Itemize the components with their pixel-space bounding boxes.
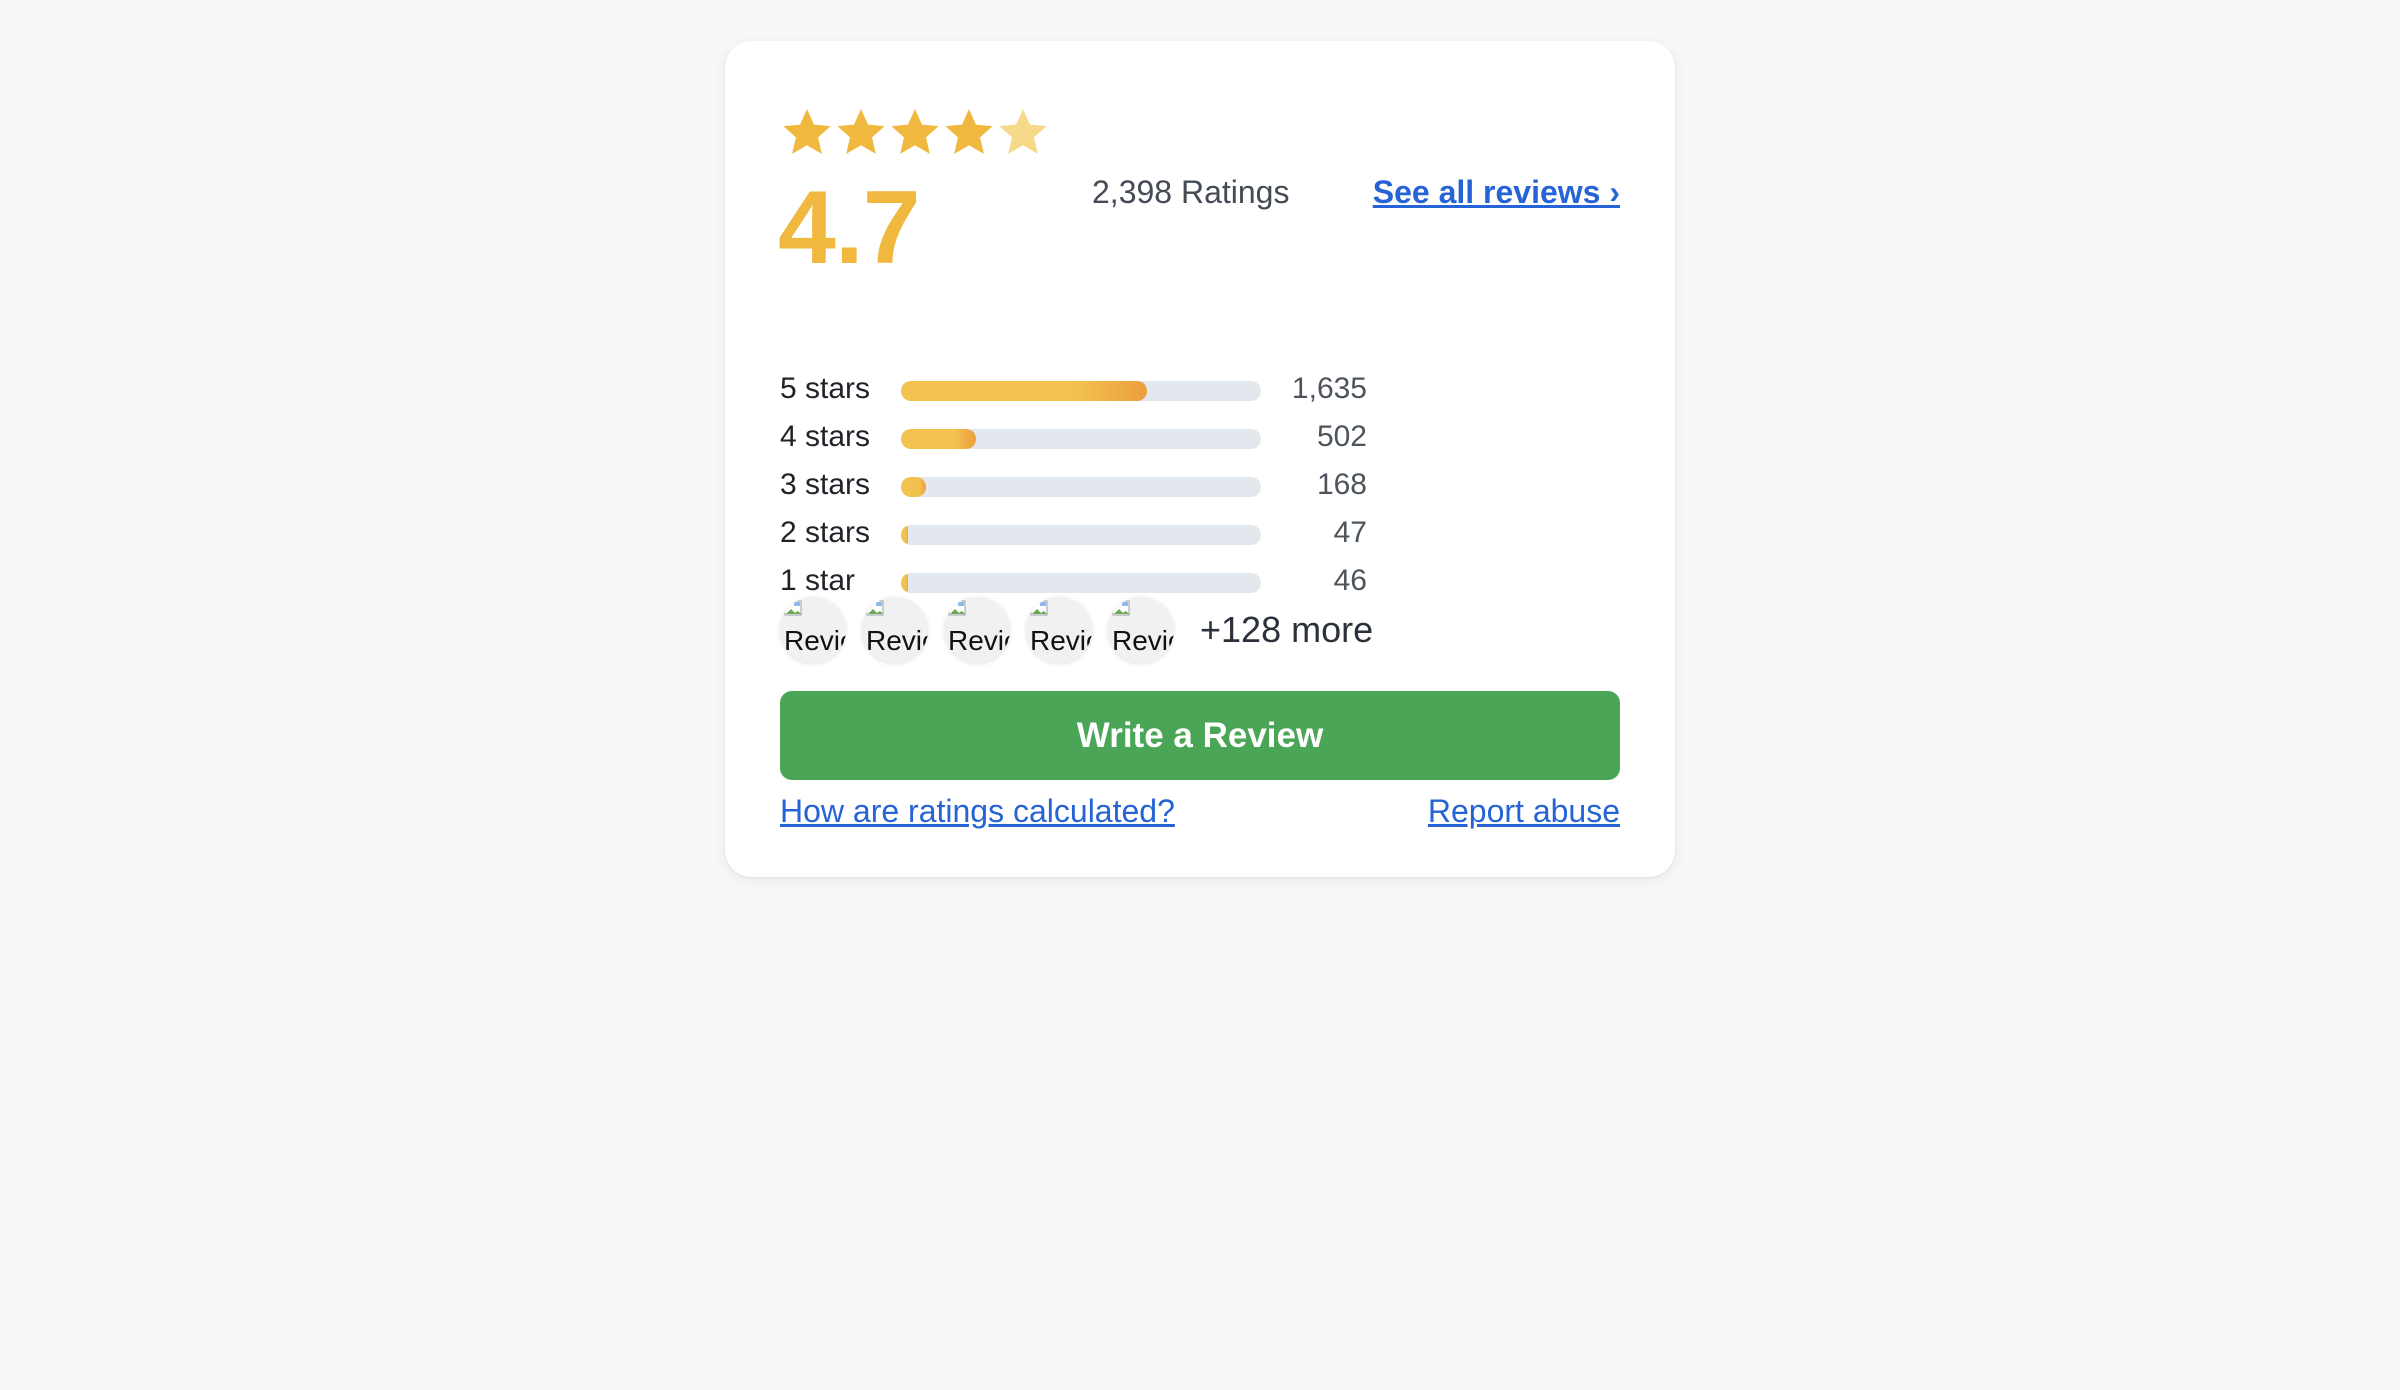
broken-image-icon bbox=[1030, 600, 1048, 616]
star-icon-faded bbox=[999, 109, 1047, 154]
see-all-reviews-link[interactable]: See all reviews › bbox=[1365, 176, 1620, 208]
image-alt-text: Review photo bbox=[866, 625, 928, 656]
image-alt-text: Review photo bbox=[784, 625, 846, 656]
distribution-label: 5 stars bbox=[780, 372, 871, 405]
ratings-count: 2,398 Ratings bbox=[1092, 174, 1290, 210]
distribution-bar bbox=[901, 477, 1261, 497]
distribution-bar bbox=[901, 525, 1261, 545]
distribution-row[interactable]: 2 stars 47 bbox=[780, 512, 1380, 560]
distribution-bar-fill bbox=[901, 429, 977, 449]
star-icon bbox=[783, 109, 831, 154]
star-rating bbox=[780, 105, 1050, 159]
average-rating: 4.7 bbox=[778, 170, 921, 286]
ratings-card: 4.7 2,398 Ratings See all reviews › 5 st… bbox=[725, 41, 1675, 877]
broken-image-icon bbox=[866, 600, 884, 616]
distribution-label: 4 stars bbox=[780, 420, 871, 453]
distribution-count: 1,635 bbox=[1291, 372, 1367, 405]
image-alt-text: Review photo bbox=[1030, 625, 1092, 656]
broken-image-icon bbox=[784, 600, 802, 616]
distribution-bar bbox=[901, 429, 1261, 449]
distribution-count: 168 bbox=[1316, 468, 1367, 501]
distribution-count: 47 bbox=[1333, 516, 1367, 549]
image-alt-text: Review photo bbox=[1112, 625, 1174, 656]
review-photo-thumbnail[interactable]: Review photo bbox=[944, 597, 1010, 663]
review-photo-thumbnail[interactable]: Review photo bbox=[862, 597, 928, 663]
distribution-bar-fill bbox=[901, 573, 908, 593]
distribution-bar bbox=[901, 381, 1261, 401]
write-review-button[interactable]: Write a Review bbox=[780, 691, 1620, 780]
distribution-bar-fill bbox=[901, 477, 927, 497]
distribution-row[interactable]: 3 stars 168 bbox=[780, 464, 1380, 512]
distribution-bar bbox=[901, 573, 1261, 593]
distribution-row[interactable]: 5 stars 1,635 bbox=[780, 368, 1380, 416]
distribution-row[interactable]: 4 stars 502 bbox=[780, 416, 1380, 464]
image-alt-text: Review photo bbox=[948, 625, 1010, 656]
report-abuse-link[interactable]: Report abuse bbox=[1345, 795, 1620, 827]
distribution-label: 3 stars bbox=[780, 468, 871, 501]
distribution-label: 1 star bbox=[780, 564, 856, 597]
review-photo-thumbnail[interactable]: Review photo bbox=[1108, 597, 1174, 663]
review-photo-thumbnail[interactable]: Review photo bbox=[1026, 597, 1092, 663]
star-icon bbox=[891, 109, 939, 154]
broken-image-icon bbox=[948, 600, 966, 616]
broken-image-icon bbox=[1112, 600, 1130, 616]
review-photos: Review photo Review photo Review photo R… bbox=[780, 597, 1373, 663]
distribution-count: 502 bbox=[1316, 420, 1367, 453]
distribution-bar-fill bbox=[901, 381, 1147, 401]
distribution-count: 46 bbox=[1333, 564, 1367, 597]
review-photo-thumbnail[interactable]: Review photo bbox=[780, 597, 846, 663]
distribution-bar-fill bbox=[901, 525, 909, 545]
rating-distribution: 5 stars 1,635 4 stars 502 3 stars 168 2 … bbox=[780, 368, 1380, 608]
how-ratings-calculated-link[interactable]: How are ratings calculated? bbox=[780, 795, 1175, 827]
distribution-label: 2 stars bbox=[780, 516, 871, 549]
star-icon bbox=[837, 109, 885, 154]
star-icon bbox=[945, 109, 993, 154]
more-photos-link[interactable]: +128 more bbox=[1200, 609, 1373, 651]
